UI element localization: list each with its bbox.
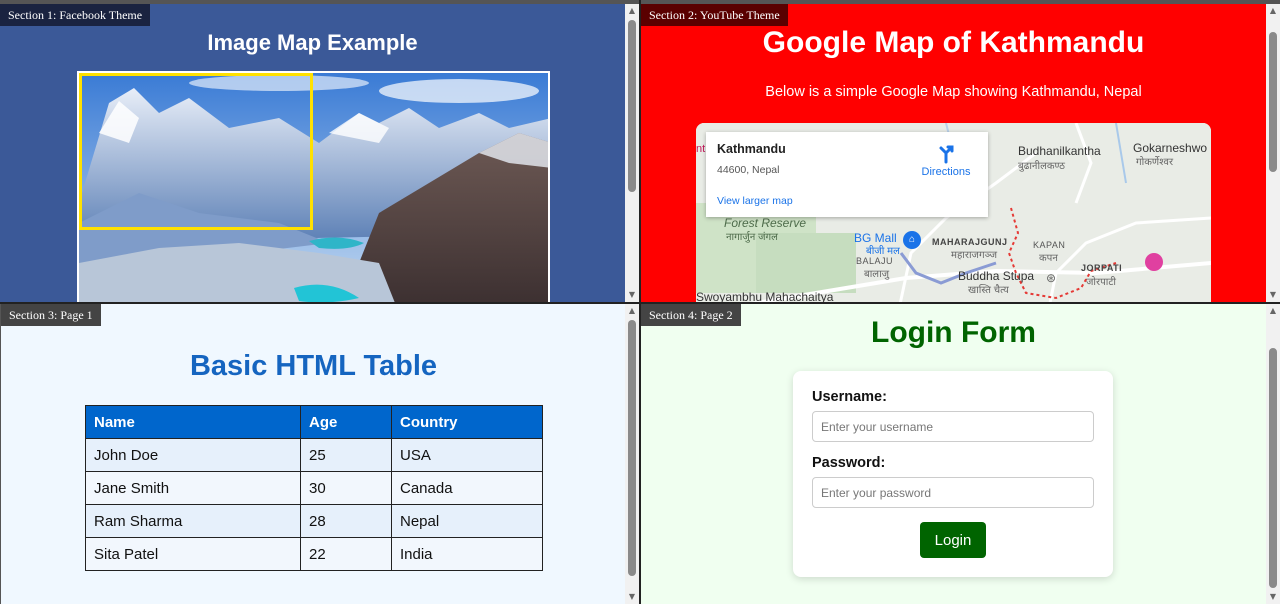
table-row: John Doe 25 USA bbox=[85, 438, 543, 472]
map-label-budhanilkantha: Budhanilkantha bbox=[1018, 144, 1101, 158]
scroll-down-arrow-icon[interactable]: ▼ bbox=[625, 288, 639, 302]
map-label-edge: nt bbox=[696, 143, 706, 155]
map-label-buddha-stupa-dev: खास्ति चैत्य bbox=[968, 285, 1009, 296]
map-label-bgmall-dev: बीजी मल bbox=[866, 246, 900, 257]
place-address: 44600, Nepal bbox=[717, 164, 780, 176]
scroll-up-arrow-icon[interactable]: ▲ bbox=[1266, 4, 1280, 18]
table-cell: John Doe bbox=[85, 438, 301, 472]
map-label-swayambhu: Swoyambhu Mahachaitya bbox=[696, 290, 834, 302]
scroll-up-arrow-icon[interactable]: ▲ bbox=[625, 4, 639, 18]
column-header-age: Age bbox=[300, 405, 392, 439]
section-label: Section 4: Page 2 bbox=[641, 304, 741, 326]
table-header-row: Name Age Country bbox=[85, 405, 543, 439]
map-label-balaju-dev: बालाजु bbox=[864, 269, 890, 280]
map-label-gokarneshwor-dev: गोकर्णेश्वर bbox=[1136, 157, 1174, 168]
section-label: Section 1: Facebook Theme bbox=[0, 4, 151, 26]
section-2-youtube-theme: Section 2: YouTube Theme Google Map of K… bbox=[641, 4, 1280, 302]
map-place-card: Kathmandu 44600, Nepal View larger map D… bbox=[706, 132, 988, 217]
place-name: Kathmandu bbox=[717, 142, 786, 156]
scroll-thumb[interactable] bbox=[628, 20, 636, 192]
scroll-down-arrow-icon[interactable]: ▼ bbox=[1266, 590, 1280, 604]
view-larger-map-link[interactable]: View larger map bbox=[717, 195, 793, 207]
page-subtitle: Below is a simple Google Map showing Kat… bbox=[765, 84, 1142, 100]
map-label-budhanilkantha-dev: बुढानीलकण्ठ bbox=[1018, 161, 1065, 172]
table-cell: USA bbox=[391, 438, 543, 472]
section-label: Section 2: YouTube Theme bbox=[641, 4, 788, 26]
username-label: Username: bbox=[812, 389, 887, 405]
page-title: Google Map of Kathmandu bbox=[762, 26, 1145, 59]
google-map-embed[interactable]: Kathmandu 44600, Nepal View larger map D… bbox=[696, 123, 1211, 302]
directions-label: Directions bbox=[921, 166, 971, 178]
image-map-highlight-area[interactable] bbox=[79, 73, 313, 230]
section-4-page-2: Section 4: Page 2 Login Form Username: P… bbox=[641, 304, 1280, 604]
scroll-thumb[interactable] bbox=[1269, 348, 1277, 588]
section-3-page-1: Section 3: Page 1 Basic HTML Table Name … bbox=[0, 304, 639, 604]
page-title: Basic HTML Table bbox=[189, 350, 438, 382]
table-cell: India bbox=[391, 537, 543, 571]
table-row: Ram Sharma 28 Nepal bbox=[85, 504, 543, 538]
scroll-up-arrow-icon[interactable]: ▲ bbox=[625, 304, 639, 318]
map-label-kapan-dev: कपन bbox=[1039, 253, 1058, 264]
shopping-bag-icon: ⌂ bbox=[903, 231, 921, 249]
map-label-maharajgunj-dev: महाराजगञ्ज bbox=[951, 250, 998, 261]
map-label-kapan: KAPAN bbox=[1033, 240, 1066, 250]
password-label: Password: bbox=[812, 455, 886, 471]
scrollbar[interactable]: ▲ ▼ bbox=[1266, 304, 1280, 604]
map-label-forest: Forest Reserve bbox=[724, 216, 807, 230]
data-table: Name Age Country John Doe 25 USA Jane Sm… bbox=[85, 405, 543, 571]
map-label-buddha-stupa: Buddha Stupa bbox=[958, 269, 1035, 283]
table-row: Sita Patel 22 India bbox=[85, 537, 543, 571]
table-cell: 28 bbox=[300, 504, 392, 538]
login-button[interactable]: Login bbox=[920, 522, 986, 558]
table-cell: 30 bbox=[300, 471, 392, 505]
section-1-facebook-theme: Section 1: Facebook Theme Image Map Exam… bbox=[0, 4, 639, 302]
scrollbar[interactable]: ▲ ▼ bbox=[1266, 4, 1280, 302]
section-label: Section 3: Page 1 bbox=[1, 304, 101, 326]
map-label-maharajgunj: MAHARAJGUNJ bbox=[932, 237, 1008, 247]
map-label-jorpati: JORPATI bbox=[1081, 263, 1123, 273]
directions-button[interactable]: Directions bbox=[916, 142, 976, 178]
stupa-icon: ⊛ bbox=[1046, 271, 1057, 285]
scroll-down-arrow-icon[interactable]: ▼ bbox=[1266, 288, 1280, 302]
map-label-gokarneshwor: Gokarneshwo bbox=[1133, 141, 1208, 155]
map-label-jorpati-dev: जोरपाटी bbox=[1086, 277, 1116, 288]
horizontal-divider bbox=[0, 302, 1280, 304]
scroll-down-arrow-icon[interactable]: ▼ bbox=[625, 590, 639, 604]
login-form: Username: Password: Login bbox=[793, 371, 1113, 577]
scroll-thumb[interactable] bbox=[628, 320, 636, 576]
password-input[interactable] bbox=[812, 477, 1094, 508]
username-input[interactable] bbox=[812, 411, 1094, 442]
column-header-name: Name bbox=[85, 405, 301, 439]
map-label-balaju: BALAJU bbox=[856, 256, 894, 266]
table-cell: Jane Smith bbox=[85, 471, 301, 505]
scrollbar[interactable]: ▲ ▼ bbox=[625, 4, 639, 302]
table-cell: Nepal bbox=[391, 504, 543, 538]
scrollbar[interactable]: ▲ ▼ bbox=[625, 304, 639, 604]
table-cell: 22 bbox=[300, 537, 392, 571]
table-row: Jane Smith 30 Canada bbox=[85, 471, 543, 505]
table-cell: 25 bbox=[300, 438, 392, 472]
table-cell: Sita Patel bbox=[85, 537, 301, 571]
column-header-country: Country bbox=[391, 405, 543, 439]
table-cell: Ram Sharma bbox=[85, 504, 301, 538]
map-label-forest-dev: नागार्जुन जंगल bbox=[726, 232, 778, 243]
table-cell: Canada bbox=[391, 471, 543, 505]
scroll-up-arrow-icon[interactable]: ▲ bbox=[1266, 304, 1280, 318]
directions-icon bbox=[939, 145, 954, 164]
page-title: Image Map Example bbox=[207, 30, 418, 55]
scroll-thumb[interactable] bbox=[1269, 32, 1277, 172]
